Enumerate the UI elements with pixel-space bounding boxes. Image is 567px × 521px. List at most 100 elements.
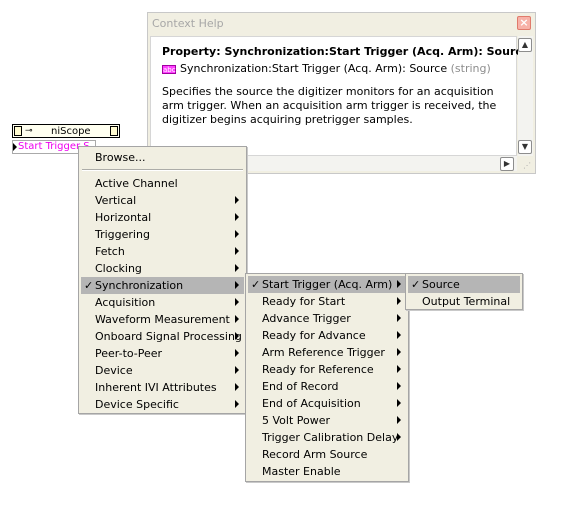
submenu-arrow-icon (235, 230, 239, 238)
menu-separator (82, 169, 243, 171)
submenu-arrow-icon (235, 281, 239, 289)
menu-item-device-specific[interactable]: Device Specific (81, 396, 244, 413)
menu-item-label: End of Record (262, 380, 339, 393)
menu-item-label: Start Trigger (Acq. Arm) (262, 278, 393, 291)
menu-item-peer-to-peer[interactable]: Peer-to-Peer (81, 345, 244, 362)
menu-item-label: Vertical (95, 194, 137, 207)
submenu-arrow-icon (397, 399, 401, 407)
submenu-arrow-icon (397, 416, 401, 424)
scroll-right-icon[interactable]: ▶ (500, 157, 514, 171)
menu-item-label: Ready for Advance (262, 329, 366, 342)
help-type-name: Synchronization:Start Trigger (Acq. Arm)… (180, 62, 448, 75)
menu-item-end-of-record[interactable]: End of Record (248, 378, 406, 395)
menu-item-5-volt-power[interactable]: 5 Volt Power (248, 412, 406, 429)
menu-item-label: Browse... (95, 151, 146, 164)
menu-item-label: Waveform Measurement (95, 313, 230, 326)
menu-item-label: Ready for Start (262, 295, 346, 308)
submenu-arrow-icon (397, 331, 401, 339)
menu-item-advance-trigger[interactable]: Advance Trigger (248, 310, 406, 327)
menu-item-label: Record Arm Source (262, 448, 368, 461)
scroll-up-icon[interactable]: ▲ (518, 38, 532, 52)
menu-item-label: 5 Volt Power (262, 414, 331, 427)
submenu-arrow-icon (397, 348, 401, 356)
menu-item-ready-for-start[interactable]: Ready for Start (248, 293, 406, 310)
menu-item-label: Arm Reference Trigger (262, 346, 385, 359)
submenu-arrow-icon (235, 400, 239, 408)
menu-item-inherent-ivi-attributes[interactable]: Inherent IVI Attributes (81, 379, 244, 396)
submenu-arrow-icon (235, 247, 239, 255)
submenu-arrow-icon (397, 382, 401, 390)
menu-item-label: Synchronization (95, 279, 184, 292)
help-type-line: abc Synchronization:Start Trigger (Acq. A… (162, 62, 491, 75)
menu-item-vertical[interactable]: Vertical (81, 192, 244, 209)
menu-item-acquisition[interactable]: Acquisition (81, 294, 244, 311)
close-icon[interactable]: × (517, 16, 531, 30)
menu-item-start-trigger-acq-arm[interactable]: ✓ Start Trigger (Acq. Arm) (248, 276, 406, 293)
submenu-arrow-icon (397, 314, 401, 322)
submenu-arrow-icon (235, 383, 239, 391)
menu-item-ready-for-reference[interactable]: Ready for Reference (248, 361, 406, 378)
menu-item-label: Active Channel (95, 177, 178, 190)
checkmark-icon: ✓ (251, 278, 261, 291)
menu-item-onboard-signal-processing[interactable]: Onboard Signal Processing (81, 328, 244, 345)
reference-out-terminal[interactable] (110, 126, 118, 136)
vertical-scrollbar[interactable]: ▲ ▼ (518, 36, 533, 156)
menu-item-label: Advance Trigger (262, 312, 351, 325)
menu-item-active-channel[interactable]: Active Channel (81, 175, 244, 192)
submenu-arrow-icon (397, 365, 401, 373)
string-type-icon: abc (162, 64, 176, 74)
menu-item-triggering[interactable]: Triggering (81, 226, 244, 243)
menu-item-source[interactable]: ✓ Source (408, 276, 520, 293)
help-title-bar[interactable]: Context Help × (148, 13, 535, 35)
checkmark-icon: ✓ (84, 279, 94, 292)
menu-item-label: Device Specific (95, 398, 179, 411)
menu-item-clocking[interactable]: Clocking (81, 260, 244, 277)
input-arrow-icon (13, 143, 17, 151)
submenu-arrow-icon (235, 298, 239, 306)
submenu-arrow-icon (397, 280, 401, 288)
menu-item-device[interactable]: Device (81, 362, 244, 379)
menu-item-fetch[interactable]: Fetch (81, 243, 244, 260)
menu-item-arm-reference-trigger[interactable]: Arm Reference Trigger (248, 344, 406, 361)
menu-item-label: Device (95, 364, 133, 377)
menu-item-label: Horizontal (95, 211, 152, 224)
menu-item-synchronization[interactable]: ✓ Synchronization (81, 277, 244, 294)
submenu-arrow-icon (235, 332, 239, 340)
help-description: Specifies the source the digitizer monit… (162, 85, 497, 126)
properties-menu: Browse... Active Channel Vertical Horizonta… (78, 146, 247, 414)
help-content-area: Property: Synchronization:Start Trigger … (150, 36, 529, 156)
submenu-arrow-icon (235, 264, 239, 272)
help-property-heading: Property: Synchronization:Start Trigger … (162, 45, 530, 58)
submenu-arrow-icon (235, 196, 239, 204)
synchronization-submenu: ✓ Start Trigger (Acq. Arm) Ready for Start… (245, 273, 409, 482)
menu-item-label: Onboard Signal Processing (95, 330, 242, 343)
help-window-title: Context Help (152, 17, 224, 30)
menu-item-label: Acquisition (95, 296, 156, 309)
menu-item-label: Clocking (95, 262, 142, 275)
property-node[interactable]: ⊸ niScope (12, 124, 120, 138)
menu-item-trigger-calibration-delay[interactable]: Trigger Calibration Delay (248, 429, 406, 446)
submenu-arrow-icon (397, 297, 401, 305)
submenu-arrow-icon (235, 213, 239, 221)
resize-grip-icon[interactable]: ⋰ (523, 161, 533, 171)
reference-icon: ⊸ (25, 126, 33, 136)
menu-item-label: Source (422, 278, 460, 291)
submenu-arrow-icon (235, 366, 239, 374)
scroll-down-icon[interactable]: ▼ (518, 140, 532, 154)
reference-in-terminal[interactable] (14, 126, 22, 136)
menu-item-record-arm-source[interactable]: Record Arm Source (248, 446, 406, 463)
menu-item-label: Output Terminal (422, 295, 511, 308)
menu-item-output-terminal[interactable]: Output Terminal (408, 293, 520, 310)
menu-item-end-of-acquisition[interactable]: End of Acquisition (248, 395, 406, 412)
menu-item-ready-for-advance[interactable]: Ready for Advance (248, 327, 406, 344)
submenu-arrow-icon (235, 349, 239, 357)
menu-item-label: Master Enable (262, 465, 341, 478)
menu-item-master-enable[interactable]: Master Enable (248, 463, 406, 480)
menu-item-waveform-measurement[interactable]: Waveform Measurement (81, 311, 244, 328)
menu-item-label: Trigger Calibration Delay (262, 431, 399, 444)
property-node-class: niScope (51, 126, 91, 137)
menu-item-browse[interactable]: Browse... (81, 149, 244, 166)
menu-item-horizontal[interactable]: Horizontal (81, 209, 244, 226)
menu-item-label: Peer-to-Peer (95, 347, 163, 360)
menu-item-label: Ready for Reference (262, 363, 374, 376)
